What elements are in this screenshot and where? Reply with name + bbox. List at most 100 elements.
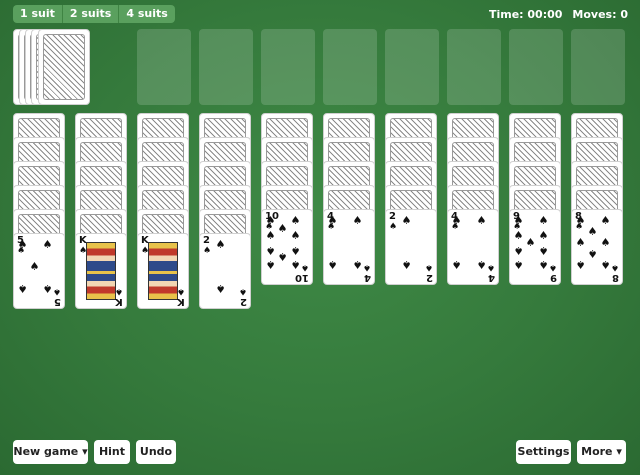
spade-icon: ♠ xyxy=(486,262,495,272)
spade-icon: ♠ xyxy=(389,222,398,232)
spade-pip-icon: ♠ xyxy=(17,282,28,295)
spade-pip-icon: ♠ xyxy=(538,244,549,257)
king-portrait-icon xyxy=(86,242,116,300)
face-up-card[interactable]: 5 ♠ ♠ ♠ ♠ ♠ ♠ ♠ 5 xyxy=(13,233,65,309)
stock-card-back[interactable] xyxy=(38,29,90,105)
card-rank: 2 xyxy=(203,235,210,246)
spade-pip-icon: ♠ xyxy=(42,238,53,251)
spade-pip-icon: ♠ xyxy=(17,238,28,251)
card-rank: K xyxy=(177,296,185,307)
spade-pip-icon: ♠ xyxy=(265,229,276,242)
spade-pip-icon: ♠ xyxy=(215,282,226,295)
spade-pip-icon: ♠ xyxy=(538,214,549,227)
spade-pip-icon: ♠ xyxy=(513,214,524,227)
face-up-card[interactable]: 9 ♠ ♠ ♠ ♠ ♠ ♠ ♠ ♠ ♠ ♠ ♠ 9 xyxy=(509,209,561,285)
foundation-slot xyxy=(571,29,625,105)
more-button[interactable]: More ▾ xyxy=(577,440,626,464)
spade-pip-icon: ♠ xyxy=(451,214,462,227)
spade-pip-icon: ♠ xyxy=(451,258,462,271)
foundation-slot xyxy=(261,29,315,105)
spade-pip-icon: ♠ xyxy=(29,260,40,273)
spade-icon: ♠ xyxy=(300,262,309,272)
spade-pip-icon: ♠ xyxy=(587,247,598,260)
spade-pip-icon: ♠ xyxy=(600,214,611,227)
spade-pip-icon: ♠ xyxy=(538,229,549,242)
face-up-card[interactable]: 8 ♠ ♠ ♠ ♠ ♠ ♠ ♠ ♠ ♠ ♠ 8 xyxy=(571,209,623,285)
king-portrait-icon xyxy=(148,242,178,300)
timer: Time: 00:00 xyxy=(488,8,563,21)
spade-pip-icon: ♠ xyxy=(215,238,226,251)
spade-icon: ♠ xyxy=(203,246,212,256)
face-up-card[interactable]: 10 ♠ ♠ ♠ ♠ ♠ ♠ ♠ ♠ ♠ ♠ ♠ ♠ 10 xyxy=(261,209,313,285)
spade-pip-icon: ♠ xyxy=(600,236,611,249)
spade-pip-icon: ♠ xyxy=(575,258,586,271)
spade-pip-icon: ♠ xyxy=(476,214,487,227)
spade-pip-icon: ♠ xyxy=(352,258,363,271)
card-rank: 2 xyxy=(389,211,396,222)
face-up-card[interactable]: K ♠ ♠ K xyxy=(137,233,189,309)
foundation-slot xyxy=(323,29,377,105)
top-bar: 1 suit 2 suits 4 suits Time: 00:00 Moves… xyxy=(0,0,640,28)
hint-button[interactable]: Hint xyxy=(94,440,130,464)
spade-pip-icon: ♠ xyxy=(265,244,276,257)
card-rank: K xyxy=(115,296,123,307)
spade-pip-icon: ♠ xyxy=(575,236,586,249)
spade-pip-icon: ♠ xyxy=(587,225,598,238)
move-counter: Moves: 0 xyxy=(572,8,628,21)
card-rank: 10 xyxy=(295,272,309,283)
game-stats: Time: 00:00 Moves: 0 xyxy=(489,8,628,21)
card-rank: 2 xyxy=(240,296,247,307)
spade-icon: ♠ xyxy=(424,262,433,272)
spade-pip-icon: ♠ xyxy=(352,214,363,227)
spade-pip-icon: ♠ xyxy=(42,282,53,295)
spade-pip-icon: ♠ xyxy=(538,258,549,271)
spade-icon: ♠ xyxy=(610,262,619,272)
foundation-slot xyxy=(447,29,501,105)
card-rank: 2 xyxy=(426,272,433,283)
face-up-card[interactable]: 2 ♠ ♠ ♠ ♠ 2 xyxy=(199,233,251,309)
spade-pip-icon: ♠ xyxy=(575,214,586,227)
spade-pip-icon: ♠ xyxy=(327,258,338,271)
two-suits-button[interactable]: 2 suits xyxy=(61,5,118,23)
new-game-button[interactable]: New game ▾ xyxy=(13,440,88,464)
spade-icon: ♠ xyxy=(114,286,123,296)
spade-pip-icon: ♠ xyxy=(525,236,536,249)
face-up-card[interactable]: 4 ♠ ♠ ♠ ♠ ♠ ♠ 4 xyxy=(447,209,499,285)
spade-pip-icon: ♠ xyxy=(327,214,338,227)
spade-icon: ♠ xyxy=(52,286,61,296)
card-rank: 5 xyxy=(54,296,61,307)
foundation-slot xyxy=(199,29,253,105)
spade-pip-icon: ♠ xyxy=(265,214,276,227)
suit-selector: 1 suit 2 suits 4 suits xyxy=(13,5,175,23)
spade-pip-icon: ♠ xyxy=(513,258,524,271)
card-rank: 8 xyxy=(612,272,619,283)
face-up-card[interactable]: K ♠ ♠ K xyxy=(75,233,127,309)
foundation-slot xyxy=(385,29,439,105)
spade-pip-icon: ♠ xyxy=(265,258,276,271)
spade-icon: ♠ xyxy=(176,286,185,296)
spade-pip-icon: ♠ xyxy=(513,244,524,257)
spade-pip-icon: ♠ xyxy=(401,258,412,271)
spade-pip-icon: ♠ xyxy=(277,250,288,263)
spade-pip-icon: ♠ xyxy=(290,258,301,271)
spade-pip-icon: ♠ xyxy=(513,229,524,242)
spade-pip-icon: ♠ xyxy=(290,244,301,257)
one-suit-button[interactable]: 1 suit xyxy=(13,5,62,23)
spade-icon: ♠ xyxy=(362,262,371,272)
spade-pip-icon: ♠ xyxy=(600,258,611,271)
face-up-card[interactable]: 4 ♠ ♠ ♠ ♠ ♠ ♠ 4 xyxy=(323,209,375,285)
card-rank: 4 xyxy=(364,272,371,283)
card-rank: 9 xyxy=(550,272,557,283)
spade-pip-icon: ♠ xyxy=(476,258,487,271)
undo-button[interactable]: Undo xyxy=(136,440,176,464)
spade-icon: ♠ xyxy=(548,262,557,272)
spade-pip-icon: ♠ xyxy=(277,222,288,235)
spade-pip-icon: ♠ xyxy=(290,214,301,227)
settings-button[interactable]: Settings xyxy=(516,440,571,464)
four-suits-button[interactable]: 4 suits xyxy=(118,5,174,23)
card-rank: 4 xyxy=(488,272,495,283)
spade-icon: ♠ xyxy=(238,286,247,296)
face-up-card[interactable]: 2 ♠ ♠ ♠ ♠ 2 xyxy=(385,209,437,285)
spade-pip-icon: ♠ xyxy=(290,229,301,242)
foundation-slot xyxy=(509,29,563,105)
